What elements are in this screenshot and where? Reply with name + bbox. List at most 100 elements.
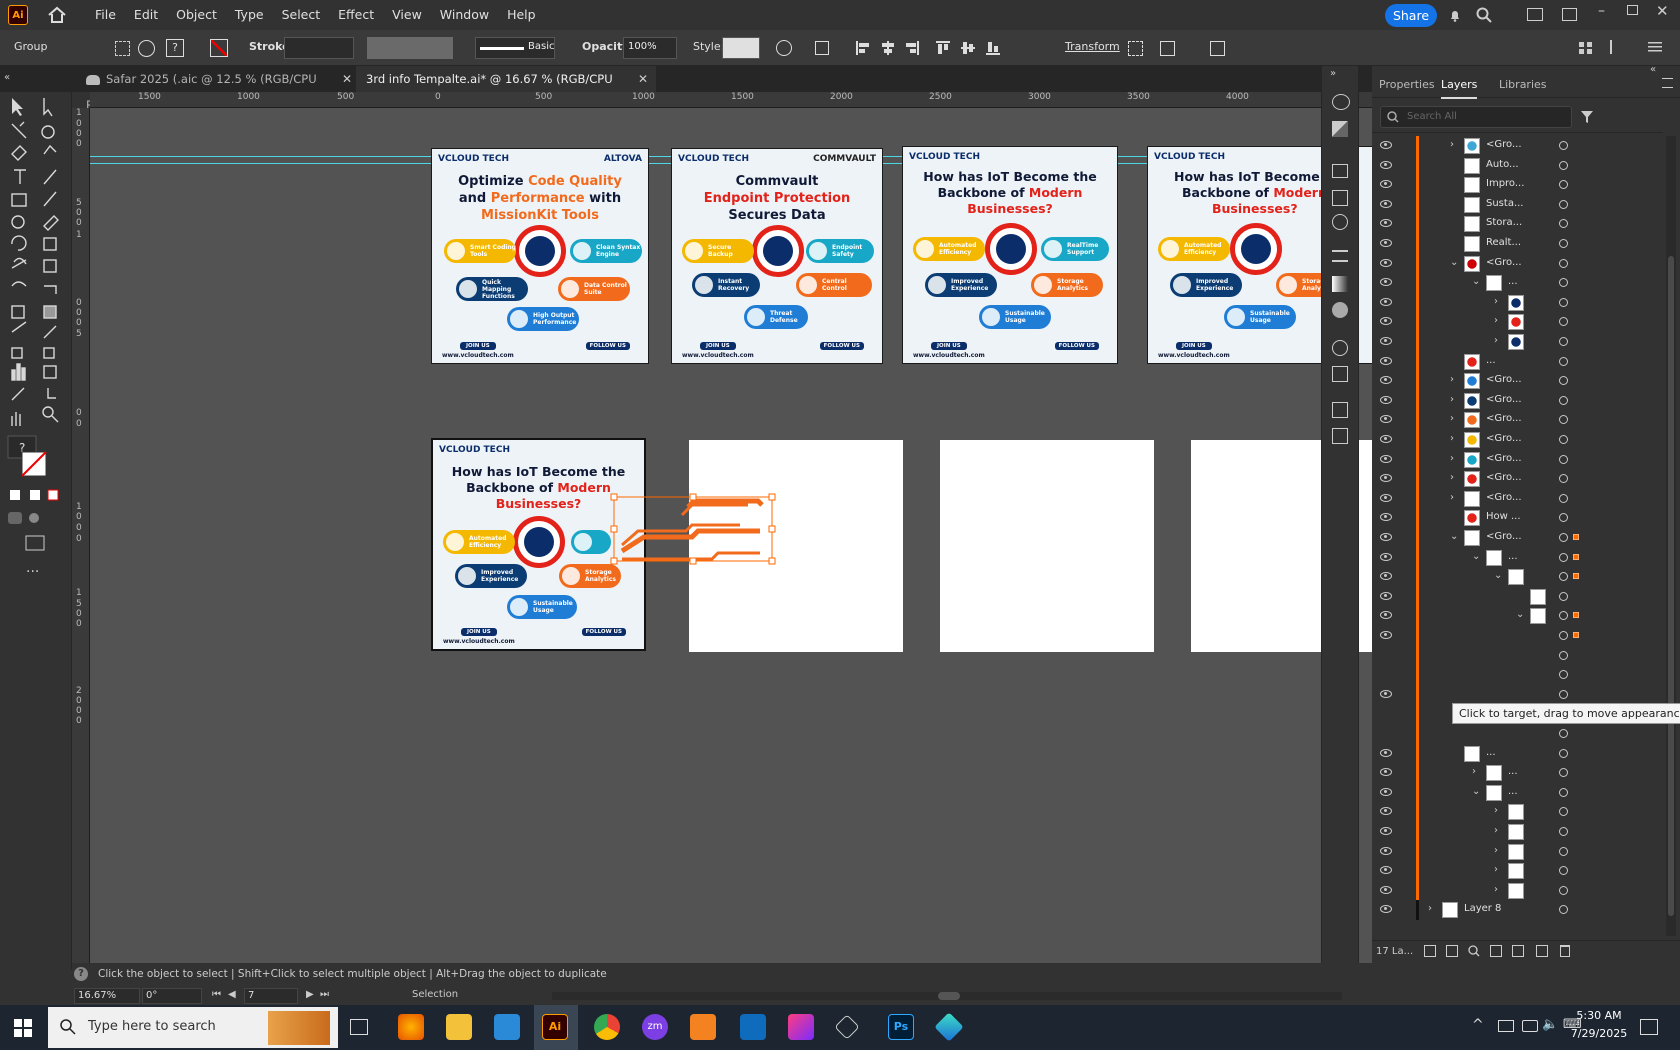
outlook-icon[interactable] [740, 1014, 766, 1040]
visibility-eye-icon[interactable] [1380, 376, 1392, 385]
target-icon[interactable] [1559, 807, 1568, 817]
layer-row[interactable]: › <Gro... [1372, 469, 1662, 490]
visibility-eye-icon[interactable] [1380, 337, 1392, 345]
panel-menu-icon[interactable] [1662, 78, 1673, 88]
taskbar-search-input[interactable]: Type here to search [48, 1007, 338, 1048]
visibility-eye-icon[interactable] [1380, 239, 1392, 247]
chevron-right-icon[interactable]: › [1494, 884, 1498, 895]
stroke-weight-field[interactable] [284, 37, 354, 59]
visibility-eye-icon[interactable] [1380, 533, 1392, 541]
minimize-icon[interactable]: – [1598, 3, 1605, 19]
visibility-eye-icon[interactable] [1380, 846, 1392, 855]
layer-row[interactable] [1372, 665, 1662, 686]
layer-row[interactable]: Realt... [1372, 234, 1662, 254]
selection-indicator[interactable] [1573, 534, 1579, 540]
layer-name[interactable]: ... [1508, 276, 1518, 287]
menu-help[interactable]: Help [498, 0, 545, 30]
tab-properties[interactable]: Properties [1379, 78, 1435, 91]
visibility-eye-icon[interactable] [1380, 141, 1392, 149]
layer-row[interactable] [1372, 684, 1662, 705]
target-icon[interactable] [1559, 533, 1568, 542]
chevron-right-icon[interactable]: › [1472, 766, 1476, 777]
tab-3rd-info-template[interactable]: 3rd info Tempalte.ai* @ 16.67 % (RGB/CPU… [356, 66, 656, 112]
graphic-styles-icon[interactable] [1332, 214, 1348, 230]
chevron-right-icon[interactable]: › [1494, 845, 1498, 856]
visibility-eye-icon[interactable] [1380, 493, 1392, 502]
isolate-icon[interactable] [115, 41, 130, 56]
target-icon[interactable] [1559, 376, 1568, 386]
layer-row[interactable]: ... [1372, 743, 1662, 764]
selection-indicator[interactable] [1573, 573, 1579, 580]
poster-iot[interactable]: VCLOUD TECH How has IoT Become the Backb… [902, 146, 1118, 364]
zoom-field[interactable]: 16.67% [74, 988, 140, 1004]
layer-row[interactable] [1372, 724, 1662, 744]
layer-row[interactable]: › <Gro... [1372, 410, 1662, 431]
transform-each-icon[interactable] [1160, 41, 1175, 56]
target-icon[interactable] [1559, 199, 1568, 209]
target-icon[interactable] [1559, 827, 1568, 836]
layer-name[interactable]: <Gro... [1486, 139, 1522, 150]
app-diamond-icon[interactable] [934, 1012, 964, 1042]
tab-libraries[interactable]: Libraries [1499, 78, 1547, 91]
layer-row[interactable]: Stora... [1372, 214, 1662, 235]
pen-app-icon[interactable] [834, 1014, 860, 1040]
shape-builder-icon[interactable] [1128, 41, 1143, 56]
target-icon[interactable] [1559, 846, 1568, 856]
transparency-icon[interactable] [1332, 302, 1348, 318]
chevron-right-icon[interactable]: › [1450, 374, 1454, 385]
poster-commvault[interactable]: VCLOUD TECH COMMVAULT Commvault Endpoint… [671, 148, 883, 364]
menu-view[interactable]: View [383, 0, 431, 30]
target-icon[interactable] [1559, 866, 1568, 876]
visibility-eye-icon[interactable] [1380, 631, 1392, 639]
horizontal-ruler[interactable]: 1500 1000 500 0 500 1000 1500 2000 2500 … [90, 92, 1375, 108]
tab-safar-2025[interactable]: Safar 2025 (.aic @ 12.5 % (RGB/CPU Previ… [76, 66, 358, 112]
layer-name[interactable]: Layer 8 [1464, 903, 1501, 914]
target-icon[interactable] [1559, 435, 1568, 444]
menu-object[interactable]: Object [167, 0, 226, 30]
layer-name[interactable]: How ... [1486, 511, 1521, 522]
visibility-eye-icon[interactable] [1380, 866, 1392, 875]
target-icon[interactable] [1559, 180, 1568, 190]
layer-row[interactable]: › [1372, 880, 1662, 901]
layer-name[interactable]: ... [1508, 766, 1518, 777]
visibility-eye-icon[interactable] [1380, 827, 1392, 835]
transform-link[interactable]: Transform [1065, 40, 1120, 53]
variable-width-profile[interactable] [367, 37, 453, 59]
close-window-icon[interactable]: ✕ [1656, 2, 1669, 20]
chevron-down-icon[interactable]: ⌄ [1472, 786, 1480, 797]
align-center-icon[interactable] [880, 40, 900, 60]
chevron-down-icon[interactable]: ⌄ [1472, 551, 1480, 562]
align-to-icon[interactable] [815, 41, 829, 55]
layer-row[interactable]: ⌄ [1372, 567, 1662, 588]
layer-row[interactable]: ⌄... [1372, 273, 1662, 294]
target-icon[interactable] [1559, 258, 1568, 268]
visibility-eye-icon[interactable] [1380, 219, 1392, 228]
network-icon[interactable] [1498, 1020, 1514, 1032]
target-icon[interactable] [1559, 689, 1568, 699]
export-layer-icon[interactable] [1446, 945, 1458, 957]
visibility-eye-icon[interactable] [1380, 787, 1392, 796]
chevron-down-icon[interactable]: ⌄ [1450, 531, 1458, 542]
stroke-icon[interactable] [1332, 250, 1348, 262]
layer-row[interactable]: › <Gro... [1372, 488, 1662, 509]
filter-icon[interactable] [1580, 110, 1594, 124]
snap-icon[interactable] [1210, 41, 1225, 56]
menu-lines-icon[interactable] [1648, 40, 1668, 60]
target-icon[interactable] [1559, 493, 1568, 503]
layer-name[interactable]: <Gro... [1486, 433, 1522, 444]
export-icon[interactable] [1332, 402, 1348, 418]
poster-altova[interactable]: VCLOUD TECH ALTOVA Optimize Code Quality… [431, 148, 649, 364]
align-left-icon[interactable] [855, 40, 875, 60]
chevron-right-icon[interactable]: › [1450, 139, 1454, 150]
layer-name[interactable]: ... [1508, 786, 1518, 797]
artboard-empty[interactable] [940, 440, 1154, 652]
visibility-eye-icon[interactable] [1380, 552, 1392, 561]
symbols-icon[interactable] [1332, 190, 1348, 206]
layer-name[interactable]: <Gro... [1486, 531, 1522, 542]
file-explorer-icon[interactable] [446, 1014, 472, 1040]
target-icon[interactable] [1559, 278, 1568, 288]
rotation-field[interactable]: 0° [142, 988, 202, 1004]
delete-icon[interactable] [1560, 945, 1570, 957]
layer-name[interactable]: <Gro... [1486, 413, 1522, 424]
layer-row[interactable]: › [1372, 841, 1662, 862]
